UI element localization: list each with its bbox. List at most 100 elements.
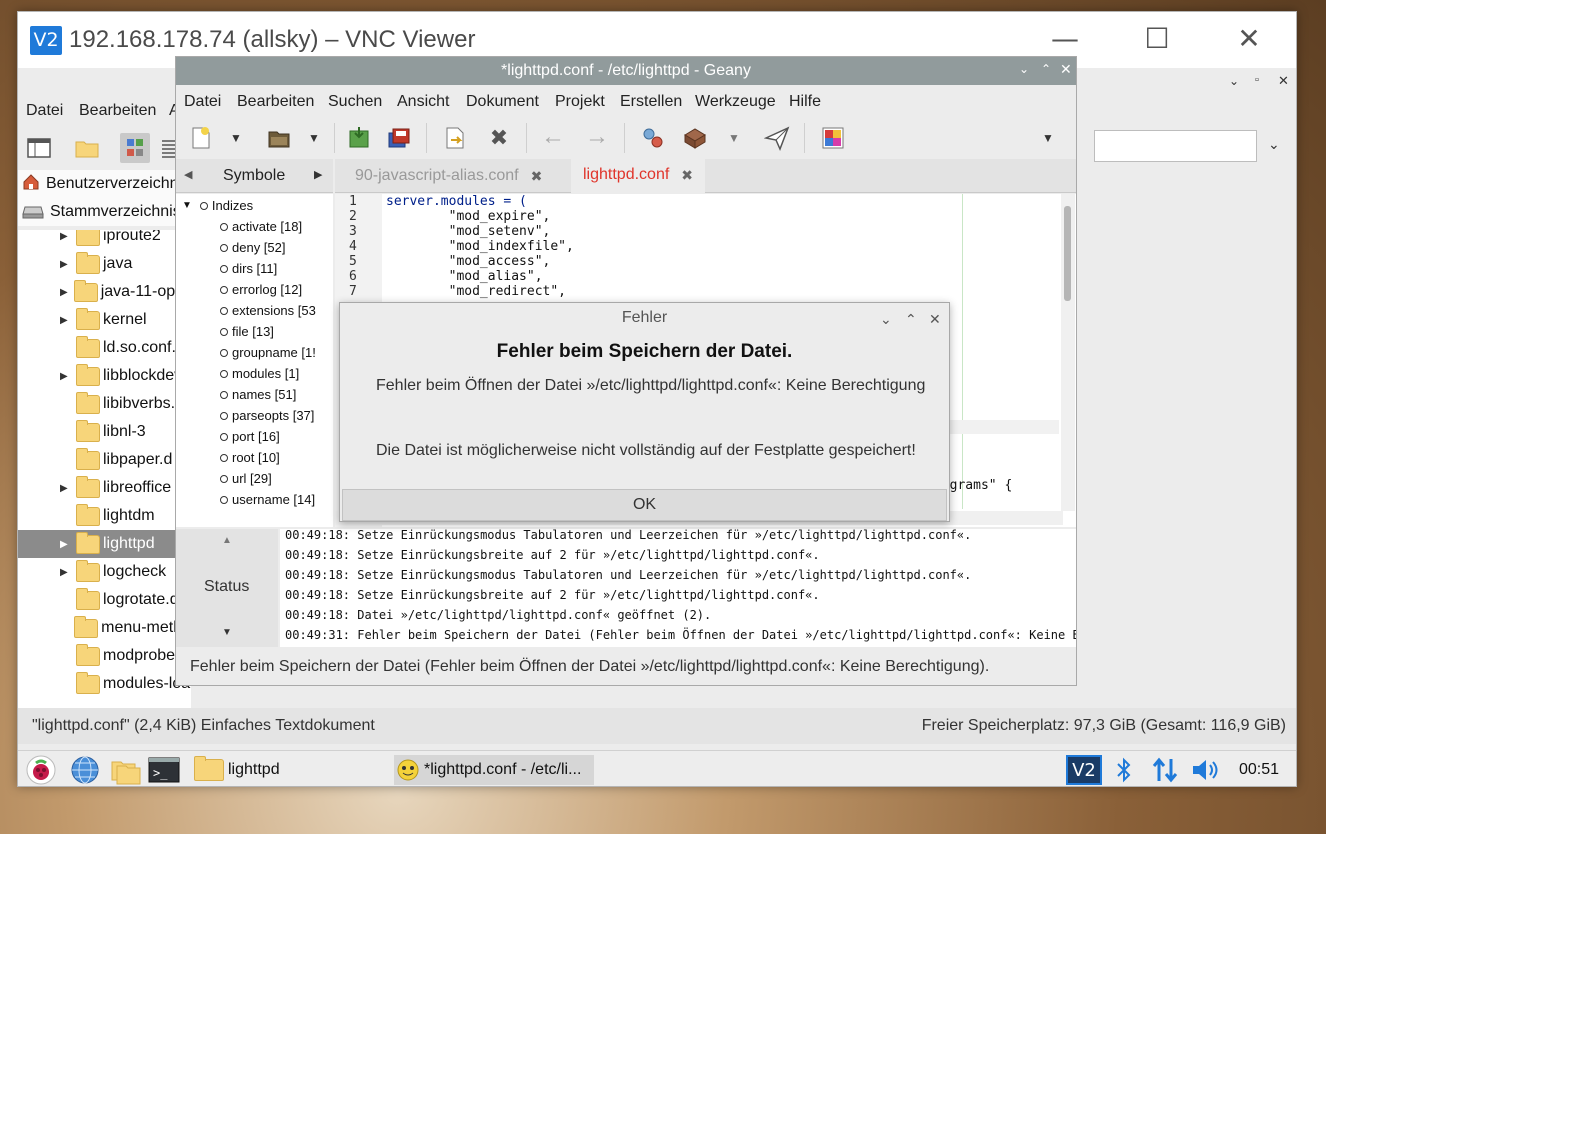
expander-right-icon[interactable]: ▶ xyxy=(60,259,70,270)
new-window-icon[interactable] xyxy=(24,133,54,163)
symbol-item[interactable]: dirs [11] xyxy=(220,261,277,276)
execute-icon[interactable] xyxy=(763,125,790,151)
browser-globe-icon[interactable] xyxy=(70,755,100,785)
menu-werkzeuge[interactable]: Werkzeuge xyxy=(695,93,776,111)
volume-icon[interactable] xyxy=(1190,755,1222,785)
back-arrow-icon[interactable]: ← xyxy=(540,125,566,151)
menu-dokument[interactable]: Dokument xyxy=(466,93,539,111)
minimize-button[interactable]: — xyxy=(1041,22,1089,56)
build-dropdown-icon[interactable]: ▼ xyxy=(728,125,744,151)
tab-90-javascript-alias[interactable]: 90-javascript-alias.conf ✖ xyxy=(343,159,554,193)
tree-item[interactable]: ▶ logcheck xyxy=(18,558,191,586)
close-file-icon[interactable]: ✖ xyxy=(486,125,512,151)
sidebar-tab-next-icon[interactable]: ▶ xyxy=(314,168,322,181)
menu-bearbeiten[interactable]: Bearbeiten xyxy=(237,93,314,111)
tree-item[interactable]: ▶ lighttpd xyxy=(18,530,191,558)
symbol-item[interactable]: deny [52] xyxy=(220,240,286,255)
tree-item[interactable]: ▶ libreoffice xyxy=(18,474,191,502)
path-entry[interactable] xyxy=(1094,130,1257,162)
fm-minimize-icon[interactable]: ⌄ xyxy=(1229,74,1239,88)
symbol-item[interactable]: url [29] xyxy=(220,471,272,486)
vnc-tray-icon[interactable]: V2 xyxy=(1066,755,1102,785)
open-file-dropdown-icon[interactable]: ▼ xyxy=(308,125,324,151)
tree-item[interactable]: libpaper.d xyxy=(18,446,191,474)
dialog-close-icon[interactable]: ✕ xyxy=(929,311,941,328)
color-chooser-icon[interactable] xyxy=(820,125,846,151)
menu-ansicht[interactable]: Ansicht xyxy=(397,93,449,111)
fm-maximize-icon[interactable]: ▫ xyxy=(1255,74,1259,86)
open-file-icon[interactable] xyxy=(266,125,292,151)
tree-item[interactable]: ▶ java-11-open xyxy=(18,278,191,306)
symbol-item[interactable]: username [14] xyxy=(220,492,315,507)
symbol-item[interactable]: port [16] xyxy=(220,429,280,444)
expander-right-icon[interactable]: ▶ xyxy=(60,539,70,550)
symbol-item[interactable]: modules [1] xyxy=(220,366,299,381)
geany-close-icon[interactable]: ✕ xyxy=(1060,61,1072,78)
maximize-button[interactable]: ☐ xyxy=(1133,22,1181,56)
build-icon[interactable] xyxy=(682,125,708,151)
tab-status[interactable]: Status xyxy=(204,578,249,596)
tab-close-icon[interactable]: ✖ xyxy=(681,167,693,184)
tree-item[interactable]: ▶ kernel xyxy=(18,306,191,334)
tree-item[interactable]: modules-loa xyxy=(18,670,191,698)
fm-close-icon[interactable]: ✕ xyxy=(1278,73,1289,89)
tree-item[interactable]: ▶ libblockdev xyxy=(18,362,191,390)
tree-item[interactable]: lightdm xyxy=(18,502,191,530)
menu-suchen[interactable]: Suchen xyxy=(328,93,382,111)
msg-tab-up-icon[interactable]: ▲ xyxy=(222,535,232,546)
tab-symbole[interactable]: Symbole xyxy=(223,167,285,185)
fm-menu-bearbeiten[interactable]: Bearbeiten xyxy=(79,102,156,120)
symbol-item[interactable]: extensions [53 xyxy=(220,303,316,318)
close-button[interactable]: ✕ xyxy=(1225,22,1273,56)
tree-item[interactable]: modprobe.d xyxy=(18,642,191,670)
taskbar-item-geany[interactable]: *lighttpd.conf - /etc/li... xyxy=(394,755,594,785)
tree-item[interactable]: logrotate.d xyxy=(18,586,191,614)
dialog-maximize-icon[interactable]: ⌃ xyxy=(905,311,917,328)
place-home[interactable]: Benutzerverzeichnis xyxy=(22,172,190,196)
symbol-item[interactable]: parseopts [37] xyxy=(220,408,314,423)
taskbar-item-filemanager[interactable]: lighttpd xyxy=(194,755,390,785)
geany-maximize-icon[interactable]: ⌃ xyxy=(1041,62,1051,76)
forward-arrow-icon[interactable]: → xyxy=(584,125,610,151)
new-file-icon[interactable] xyxy=(188,125,214,151)
symbol-item[interactable]: groupname [1! xyxy=(220,345,316,360)
tree-item[interactable]: menu-metho xyxy=(18,614,191,642)
symbol-item[interactable]: file [13] xyxy=(220,324,274,339)
path-dropdown-icon[interactable]: ⌄ xyxy=(1268,136,1280,153)
bluetooth-icon[interactable] xyxy=(1114,755,1134,785)
compile-icon[interactable] xyxy=(640,125,666,151)
network-icon[interactable] xyxy=(1151,755,1179,785)
symbol-item[interactable]: errorlog [12] xyxy=(220,282,302,297)
vertical-scrollbar[interactable] xyxy=(1061,194,1075,511)
expander-right-icon[interactable]: ▶ xyxy=(60,287,68,298)
tab-lighttpd-conf[interactable]: lighttpd.conf ✖ xyxy=(571,159,706,193)
status-message-list[interactable]: 00:49:18: Setze Einrückungsmodus Tabulat… xyxy=(280,529,1076,647)
tree-item[interactable]: libibverbs.d xyxy=(18,390,191,418)
expander-right-icon[interactable]: ▶ xyxy=(60,567,70,578)
tree-item[interactable]: ▶ java xyxy=(18,250,191,278)
save-icon[interactable] xyxy=(346,125,372,151)
scrollbar-thumb[interactable] xyxy=(1064,206,1071,301)
symbol-item[interactable]: activate [18] xyxy=(220,219,302,234)
symbol-item[interactable]: names [51] xyxy=(220,387,296,402)
expander-right-icon[interactable]: ▶ xyxy=(60,231,70,242)
menu-hilfe[interactable]: Hilfe xyxy=(789,93,821,111)
expander-right-icon[interactable]: ▶ xyxy=(60,315,70,326)
revert-icon[interactable] xyxy=(442,125,468,151)
menu-erstellen[interactable]: Erstellen xyxy=(620,93,682,111)
symbol-root[interactable]: ▼ Indizes xyxy=(182,198,253,213)
dialog-minimize-icon[interactable]: ⌄ xyxy=(880,311,892,328)
msg-tab-down-icon[interactable]: ▼ xyxy=(222,627,232,638)
ok-button[interactable]: OK xyxy=(342,489,947,521)
menu-projekt[interactable]: Projekt xyxy=(555,93,605,111)
expander-right-icon[interactable]: ▶ xyxy=(60,371,70,382)
fm-menu-datei[interactable]: Datei xyxy=(26,102,63,120)
place-root[interactable]: Stammverzeichnis xyxy=(22,200,181,224)
new-tab-folder-icon[interactable] xyxy=(72,133,102,163)
tree-item[interactable]: ▶ iproute2 xyxy=(18,230,191,250)
tree-item[interactable]: libnl-3 xyxy=(18,418,191,446)
raspberry-menu-icon[interactable] xyxy=(26,755,56,785)
symbol-item[interactable]: root [10] xyxy=(220,450,280,465)
geany-minimize-icon[interactable]: ⌄ xyxy=(1019,62,1029,76)
expander-right-icon[interactable]: ▶ xyxy=(60,483,70,494)
